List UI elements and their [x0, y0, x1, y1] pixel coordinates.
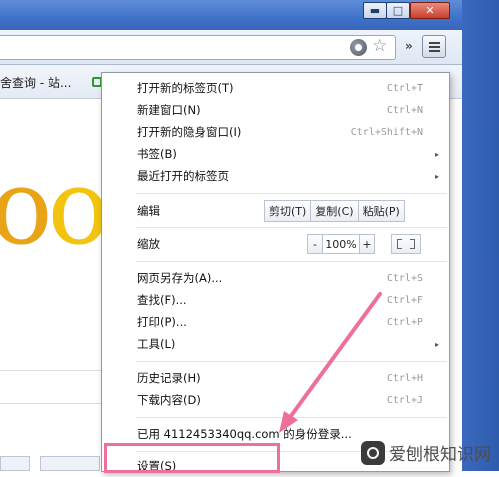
window-frame-right: [462, 0, 499, 471]
watermark-logo-icon: [361, 440, 385, 465]
menu-item-label: 最近打开的标签页: [137, 169, 229, 183]
menu-separator: [136, 361, 447, 362]
copy-button[interactable]: 复制(C): [310, 200, 359, 222]
maximize-button[interactable]: □: [386, 2, 410, 19]
watermark: 爱刨根知识网: [361, 440, 491, 465]
watermark-text: 爱刨根知识网: [389, 445, 491, 465]
logo-letter: o: [0, 146, 53, 268]
menu-item-incognito[interactable]: 打开新的隐身窗口(I) Ctrl+Shift+N: [137, 121, 449, 143]
menu-item-tools[interactable]: 工具(L) ▸: [137, 333, 449, 355]
minimize-icon: ▬: [369, 4, 381, 17]
highlight-box: [104, 443, 280, 473]
menu-item-new-tab[interactable]: 打开新的标签页(T) Ctrl+T: [137, 77, 449, 99]
menu-item-label: 历史记录(H): [137, 371, 201, 385]
address-bar[interactable]: ☆: [0, 35, 396, 60]
submenu-arrow-icon: ▸: [434, 339, 439, 349]
thumbnail[interactable]: [40, 456, 100, 471]
zoom-in-button[interactable]: +: [359, 234, 375, 254]
browser-menu: 打开新的标签页(T) Ctrl+T 新建窗口(N) Ctrl+N 打开新的隐身窗…: [101, 72, 450, 473]
paste-button[interactable]: 粘贴(P): [357, 200, 405, 222]
menu-separator: [136, 261, 447, 262]
zoom-level: 100%: [322, 234, 360, 254]
menu-item-save-page[interactable]: 网页另存为(A)... Ctrl+S: [137, 267, 449, 289]
menu-item-find[interactable]: 查找(F)... Ctrl+F: [137, 289, 449, 311]
menu-item-print[interactable]: 打印(P)... Ctrl+P: [137, 311, 449, 333]
zoom-control: - 100% +: [307, 234, 375, 254]
menu-item-shortcut: Ctrl+S: [386, 272, 423, 284]
menu-item-label: 书签(B): [137, 147, 177, 161]
maximize-icon: □: [392, 4, 404, 17]
close-button[interactable]: ✕: [410, 2, 450, 19]
cut-button[interactable]: 剪切(T): [264, 200, 312, 222]
menu-item-label: 查找(F)...: [137, 293, 187, 307]
menu-item-shortcut: Ctrl+J: [386, 394, 423, 406]
menu-item-label: 下载内容(D): [137, 393, 201, 407]
menu-item-label: 缩放: [137, 237, 160, 251]
menu-item-label: 已用 4112453340qq.com 的身份登录...: [137, 427, 352, 441]
thumbnail[interactable]: [0, 456, 30, 471]
menu-separator: [136, 417, 447, 418]
bookmark-item[interactable]: 舍查询 - 站...: [0, 74, 71, 91]
minimize-button[interactable]: ▬: [363, 2, 387, 19]
menu-item-label: 新建窗口(N): [137, 103, 201, 117]
menu-item-new-window[interactable]: 新建窗口(N) Ctrl+N: [137, 99, 449, 121]
overflow-chevron-icon[interactable]: »: [405, 39, 413, 53]
menu-item-shortcut: Ctrl+Shift+N: [350, 126, 423, 138]
menu-item-shortcut: Ctrl+N: [386, 104, 423, 116]
zoom-out-button[interactable]: -: [307, 234, 323, 254]
edit-button-group: 剪切(T) 复制(C) 粘贴(P): [264, 200, 405, 222]
menu-item-shortcut: Ctrl+T: [386, 82, 423, 94]
menu-item-downloads[interactable]: 下载内容(D) Ctrl+J: [137, 389, 449, 411]
menu-button[interactable]: [422, 35, 446, 58]
menu-item-label: 打开新的标签页(T): [137, 81, 234, 95]
divider: [0, 403, 102, 404]
menu-item-label: 工具(L): [137, 337, 176, 351]
extension-icon[interactable]: [350, 39, 367, 56]
menu-item-shortcut: Ctrl+P: [386, 316, 423, 328]
menu-item-shortcut: Ctrl+F: [386, 294, 423, 306]
menu-separator: [136, 193, 447, 194]
menu-separator: [136, 227, 447, 228]
browser-toolbar: ☆ »: [0, 30, 462, 65]
logo-letter: o: [47, 146, 111, 268]
bookmark-star-icon[interactable]: ☆: [372, 36, 387, 56]
submenu-arrow-icon: ▸: [434, 149, 439, 159]
menu-item-label: 打印(P)...: [137, 315, 187, 329]
fullscreen-button[interactable]: [391, 234, 421, 254]
menu-item-shortcut: Ctrl+H: [386, 372, 423, 384]
menu-item-recent-tabs[interactable]: 最近打开的标签页 ▸: [137, 165, 449, 187]
divider: [0, 370, 102, 371]
close-icon: ✕: [425, 4, 435, 17]
menu-item-label: 网页另存为(A)...: [137, 271, 223, 285]
menu-item-label: 编辑: [137, 204, 160, 218]
menu-item-history[interactable]: 历史记录(H) Ctrl+H: [137, 367, 449, 389]
submenu-arrow-icon: ▸: [434, 171, 439, 181]
menu-item-label: 打开新的隐身窗口(I): [137, 125, 242, 139]
menu-item-bookmarks[interactable]: 书签(B) ▸: [137, 143, 449, 165]
